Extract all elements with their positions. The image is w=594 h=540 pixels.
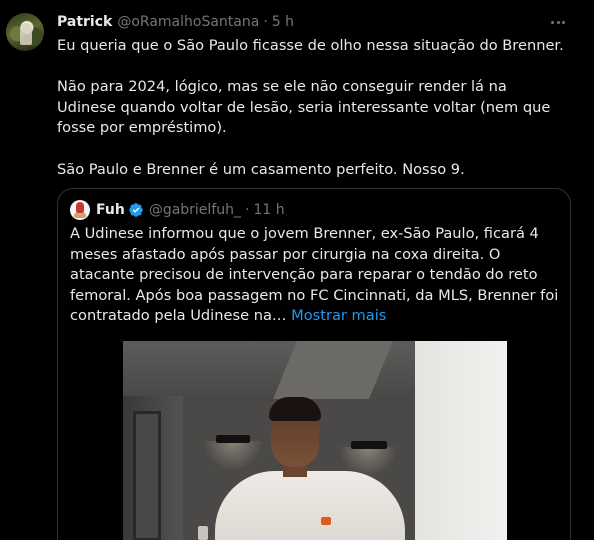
photo-wall-lamp: [216, 435, 250, 443]
photo-right-wall: [415, 341, 507, 540]
tweet-header: Patrick @oRamalhoSantana · 5 h: [57, 12, 294, 32]
tweet[interactable]: Patrick @oRamalhoSantana · 5 h Eu queria…: [0, 0, 594, 540]
quoted-avatar[interactable]: [70, 200, 90, 220]
header-separator: ·: [263, 14, 268, 30]
tweet-paragraph: São Paulo e Brenner é um casamento perfe…: [57, 160, 465, 178]
author-name[interactable]: Patrick: [57, 14, 112, 30]
more-dots-icon[interactable]: [551, 13, 565, 31]
photo-light-glow: [203, 441, 263, 471]
photo-wall-lamp: [351, 441, 387, 449]
photo-door-frame: [133, 411, 161, 540]
author-handle[interactable]: @oRamalhoSantana: [117, 14, 259, 30]
tweet-timestamp[interactable]: 5 h: [272, 14, 294, 30]
quoted-separator: ·: [245, 202, 250, 218]
verified-badge-icon: [128, 203, 143, 217]
tweet-paragraph: Não para 2024, lógico, mas se ele não co…: [57, 78, 551, 137]
avatar-figure: [20, 23, 32, 45]
quoted-text: A Udinese informou que o jovem Brenner, …: [70, 224, 562, 327]
photo-shirt-logo: [321, 517, 331, 525]
quoted-photo[interactable]: [123, 341, 507, 540]
photo-person-shirt: [215, 471, 405, 540]
photo-person-hair: [269, 397, 321, 421]
photo-cup: [198, 526, 208, 540]
quoted-tweet[interactable]: Fuh @gabrielfuh_ · 11 h A Udinese inform…: [57, 188, 571, 540]
quoted-header: Fuh @gabrielfuh_ · 11 h: [70, 200, 285, 220]
dot: [562, 20, 565, 24]
dot: [551, 20, 554, 24]
tweet-paragraph: Eu queria que o São Paulo ficasse de olh…: [57, 37, 564, 54]
author-avatar[interactable]: [6, 13, 44, 51]
show-more-link[interactable]: Mostrar mais: [291, 307, 386, 324]
dot: [556, 20, 560, 24]
tweet-text: Eu queria que o São Paulo ficasse de olh…: [57, 36, 567, 180]
quoted-timestamp[interactable]: 11 h: [253, 202, 284, 218]
quoted-author-name[interactable]: Fuh: [96, 202, 125, 218]
quoted-author-handle[interactable]: @gabrielfuh_: [149, 202, 241, 218]
